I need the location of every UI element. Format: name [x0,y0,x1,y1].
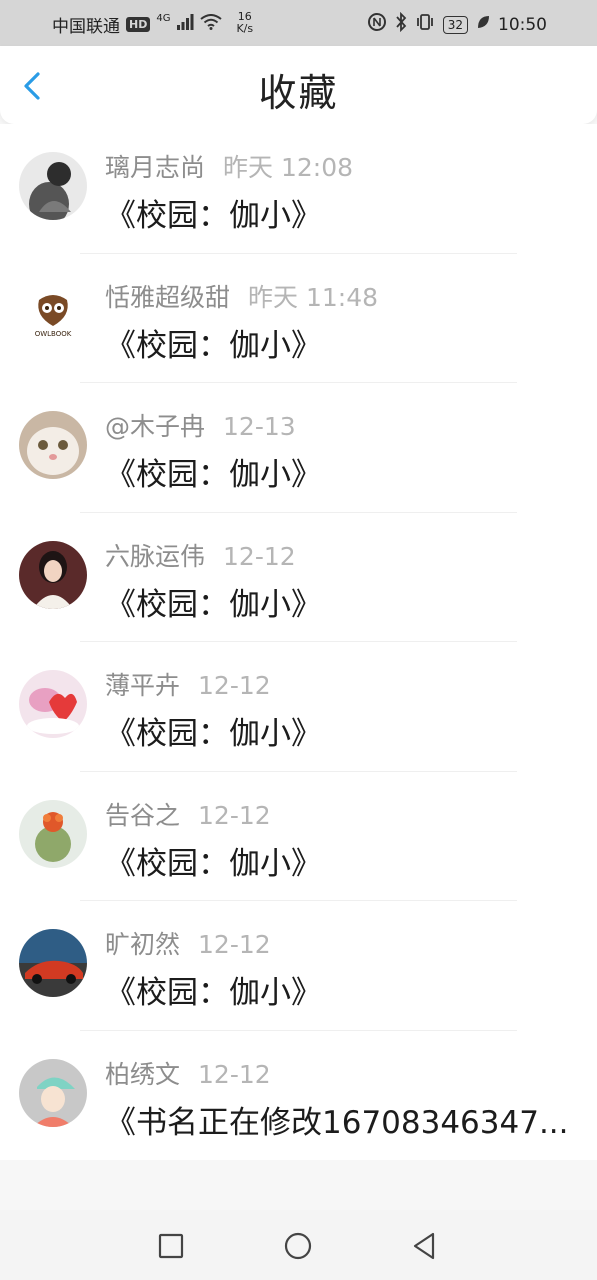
avatar [19,929,87,997]
list-item[interactable]: @木子冉 12-13 《校园：伽小》 [0,383,597,513]
app-header: 收藏 [0,46,597,124]
book-title[interactable]: 《校园：伽小》 [105,838,575,883]
item-time: 12-12 [223,541,296,571]
book-title[interactable]: 《校园：伽小》 [105,708,575,753]
system-nav-bar [0,1210,597,1280]
battery-indicator: 32 [442,15,468,34]
page-title: 收藏 [258,71,339,115]
item-meta: 璃月志尚 昨天 12:08 [105,148,353,184]
avatar [19,670,87,738]
item-meta: 六脉运伟 12-12 [105,537,296,573]
status-right: 32 10:50 [367,11,547,37]
nfc-icon [367,12,387,37]
item-meta: 告谷之 12-12 [105,796,271,832]
book-title[interactable]: 《校园：伽小》 [105,579,575,624]
book-title[interactable]: 《校园：伽小》 [105,190,575,235]
item-time: 12-12 [198,800,271,830]
network-label: 4G [156,13,171,24]
book-title[interactable]: 《校园：伽小》 [105,449,575,494]
user-name: 柏绣文 [105,1059,181,1089]
avatar [19,540,87,609]
vibrate-icon [415,13,435,36]
recent-apps-button[interactable] [155,1230,187,1262]
wifi-icon [200,14,223,35]
speed-value: 16 [237,9,252,23]
leaf-icon [476,14,490,35]
item-time: 昨天 11:48 [248,282,379,312]
svg-text:OWLBOOK: OWLBOOK [35,330,72,338]
square-icon [158,1233,184,1259]
triangle-back-icon [413,1232,435,1260]
item-time: 昨天 12:08 [223,153,354,182]
book-title[interactable]: 《校园：伽小》 [105,967,575,1012]
speed-unit: K/s [236,21,254,35]
item-meta: 薄平卉 12-12 [105,666,271,702]
network-speed: 16 K/s [236,9,254,35]
list-item[interactable]: OWLBOOK 恬雅超级甜 昨天 11:48 《校园：伽小》 [0,254,597,383]
avatar [19,1058,87,1127]
item-time: 12-12 [198,1059,271,1089]
user-name: @木子冉 [105,412,206,441]
signal-icon [176,14,194,35]
user-name: 旷初然 [105,930,181,959]
avatar [19,799,87,868]
avatar: OWLBOOK [19,281,87,350]
list-item[interactable]: 六脉运伟 12-12 《校园：伽小》 [0,513,597,642]
list-item[interactable]: 告谷之 12-12 《校园：伽小》 [0,772,597,901]
hd-badge: HD [126,17,151,32]
item-meta: 旷初然 12-12 [105,925,271,961]
list-item[interactable]: 旷初然 12-12 《校园：伽小》 [0,901,597,1031]
clock-label: 10:50 [498,14,547,35]
favorites-list: 璃月志尚 昨天 12:08 《校园：伽小》 OWLBOOK 恬雅超级甜 昨天 11:… [0,124,597,1160]
item-meta: @木子冉 12-13 [105,407,296,443]
item-time: 12-13 [223,412,296,441]
user-name: 璃月志尚 [105,153,206,182]
user-name: 告谷之 [105,800,181,830]
home-button[interactable] [282,1230,314,1262]
list-item[interactable]: 薄平卉 12-12 《校园：伽小》 [0,642,597,772]
item-meta: 恬雅超级甜 昨天 11:48 [105,278,378,314]
favorites-screen: 中国联通 HD 4G 16 K/s 32 10:50 收藏 璃月志尚 昨天 12… [0,0,597,1280]
circle-icon [284,1232,312,1260]
item-time: 12-12 [198,930,271,959]
status-left: 中国联通 HD 4G 16 K/s [52,9,254,37]
list-item[interactable]: 璃月志尚 昨天 12:08 《校园：伽小》 [0,124,597,254]
carrier-label: 中国联通 [52,17,120,37]
status-bar: 中国联通 HD 4G 16 K/s 32 10:50 [0,0,597,46]
avatar [19,411,87,479]
item-meta: 柏绣文 12-12 [105,1055,271,1091]
user-name: 六脉运伟 [105,541,206,571]
user-name: 恬雅超级甜 [105,282,231,312]
book-title[interactable]: 《书名正在修改16708346347... [105,1097,575,1142]
book-title[interactable]: 《校园：伽小》 [105,320,575,365]
user-name: 薄平卉 [105,671,181,700]
bluetooth-icon [395,11,407,37]
avatar [19,152,87,220]
item-time: 12-12 [198,671,271,700]
system-back-button[interactable] [408,1230,440,1262]
list-item[interactable]: 柏绣文 12-12 《书名正在修改16708346347... [0,1031,597,1161]
